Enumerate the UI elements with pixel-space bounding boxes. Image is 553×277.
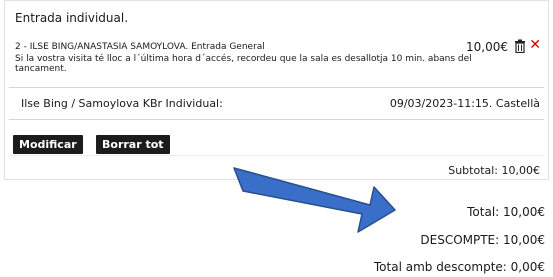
total: Total: 10,00€ xyxy=(467,205,545,219)
discount: DESCOMPTE: 10,00€ xyxy=(420,233,545,247)
total-with-discount: Total amb descompte: 0,00€ xyxy=(373,260,545,274)
